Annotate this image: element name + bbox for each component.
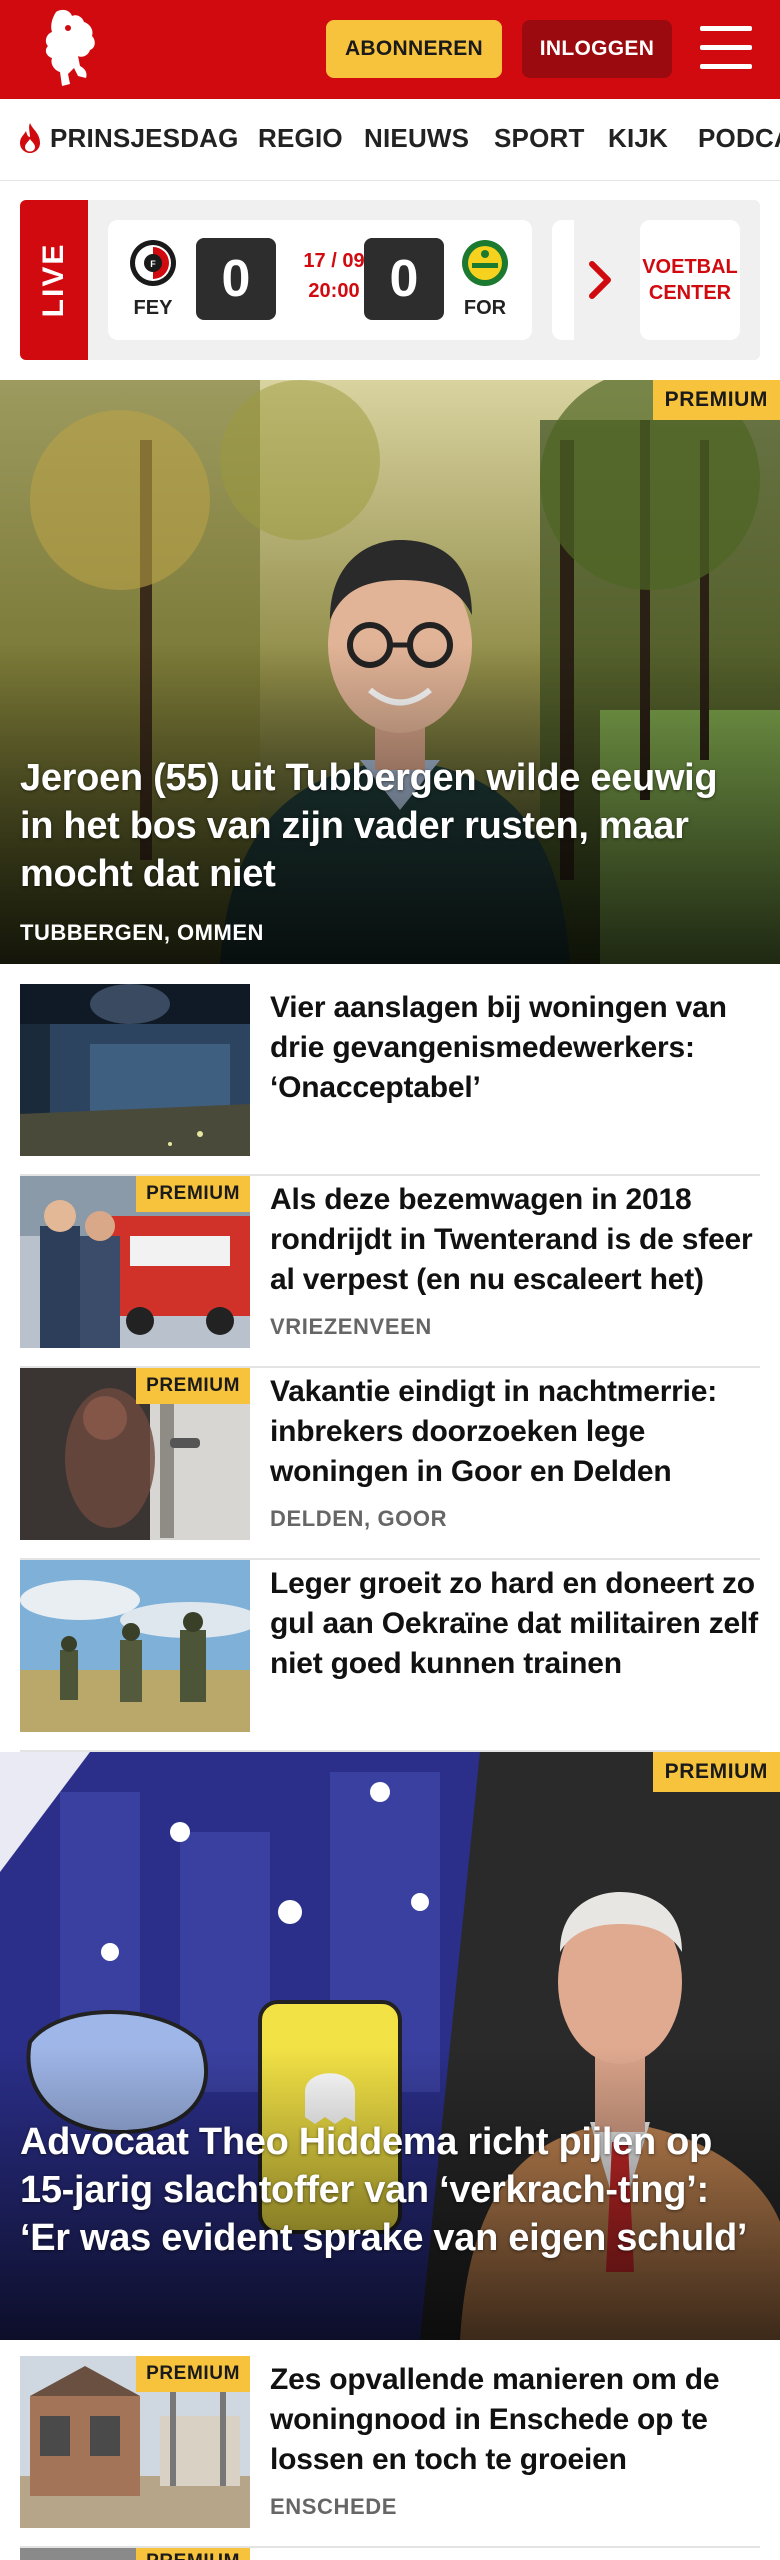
article-location: DELDEN, GOOR — [270, 1506, 448, 1531]
nav-item-prinsjesdag[interactable]: PRINSJESDAG — [50, 123, 239, 154]
hero-title[interactable]: Advocaat Theo Hiddema richt pijlen op 15… — [20, 2118, 756, 2262]
list-item[interactable]: PREMIUM Zes opvallende manieren om de wo… — [20, 2356, 760, 2548]
article-title[interactable]: Vier aanslagen bij woningen van drie gev… — [270, 988, 760, 1108]
hero-article-1[interactable]: PREMIUM Jeroen (55) uit Tubbergen wilde … — [0, 380, 780, 964]
article-location: VRIEZENVEEN — [270, 1314, 432, 1339]
away-team-abbr: FOR — [463, 297, 507, 319]
nav-item-regio[interactable]: REGIO — [258, 123, 343, 154]
premium-badge: PREMIUM — [652, 380, 780, 420]
svg-text:F: F — [150, 259, 156, 269]
article-thumbnail: PREMIUM — [20, 2356, 250, 2528]
hero-title[interactable]: Jeroen (55) uit Tubbergen wilde eeuwig i… — [20, 754, 756, 898]
nav-item-kijk[interactable]: KIJK — [608, 123, 668, 154]
fortuna-logo-icon — [460, 238, 510, 288]
next-match-card-peek[interactable] — [552, 220, 574, 340]
nav-item-sport[interactable]: SPORT — [494, 123, 585, 154]
chevron-right-icon[interactable] — [588, 260, 614, 300]
live-scores-widget: LIVE F FEY 0 17 / 09 20:00 0 FOR VOETBAL… — [20, 200, 760, 360]
away-score: 0 — [364, 238, 444, 320]
premium-badge: PREMIUM — [136, 1368, 250, 1404]
premium-badge: PREMIUM — [652, 1752, 780, 1792]
article-thumbnail: PREMIUM — [20, 1368, 250, 1540]
hero-location: TUBBERGEN, OMMEN — [20, 920, 264, 945]
subscribe-button[interactable]: ABONNEREN — [326, 20, 502, 78]
article-title[interactable]: Vakantie eindigt in nachtmerrie: inbreke… — [270, 1372, 760, 1492]
list-item[interactable]: Vier aanslagen bij woningen van drie gev… — [20, 984, 760, 1176]
home-score: 0 — [196, 238, 276, 320]
nav-item-podcast[interactable]: PODCAST — [698, 123, 780, 154]
hero-article-2[interactable]: PREMIUM Advocaat Theo Hiddema richt pijl… — [0, 1752, 780, 2340]
site-header: ABONNEREN INLOGGEN — [0, 0, 780, 99]
feyenoord-logo-icon: F — [128, 238, 178, 288]
match-card[interactable]: F FEY 0 17 / 09 20:00 0 FOR — [108, 220, 532, 340]
live-label-tab: LIVE — [20, 200, 88, 360]
article-title[interactable]: Zes opvallende manieren om de woningnood… — [270, 2360, 760, 2480]
article-location: ENSCHEDE — [270, 2494, 398, 2519]
premium-badge: PREMIUM — [136, 2356, 250, 2392]
article-thumbnail — [20, 1560, 250, 1732]
tubantia-horse-logo-icon[interactable] — [38, 6, 104, 90]
live-label: LIVE — [37, 242, 70, 318]
article-title[interactable]: Leger groeit zo hard en doneert zo gul a… — [270, 1564, 760, 1684]
article-thumbnail — [20, 984, 250, 1156]
list-item[interactable]: Leger groeit zo hard en doneert zo gul a… — [20, 1560, 760, 1752]
article-thumbnail: PREMIUM — [20, 1176, 250, 1348]
voetbal-center-link[interactable]: VOETBAL CENTER — [640, 220, 740, 340]
menu-hamburger-icon[interactable] — [700, 26, 752, 70]
flame-icon — [16, 121, 44, 155]
list-item[interactable]: PREMIUM Als deze bezemwagen in 2018 rond… — [20, 1176, 760, 1368]
list-item[interactable]: PREMIUM Vakantie eindigt in nachtmerrie:… — [20, 1368, 760, 1560]
article-title[interactable]: Als deze bezemwagen in 2018 rondrijdt in… — [270, 1180, 760, 1300]
premium-badge: PREMIUM — [136, 1176, 250, 1212]
premium-badge: PREMIUM — [136, 2548, 250, 2560]
nav-item-nieuws[interactable]: NIEUWS — [364, 123, 469, 154]
home-team-abbr: FEY — [133, 297, 173, 319]
next-article-thumbnail-peek[interactable]: PREMIUM — [20, 2548, 250, 2560]
section-nav: PRINSJESDAG REGIO NIEUWS SPORT KIJK PODC… — [0, 99, 780, 181]
login-button[interactable]: INLOGGEN — [522, 20, 672, 78]
